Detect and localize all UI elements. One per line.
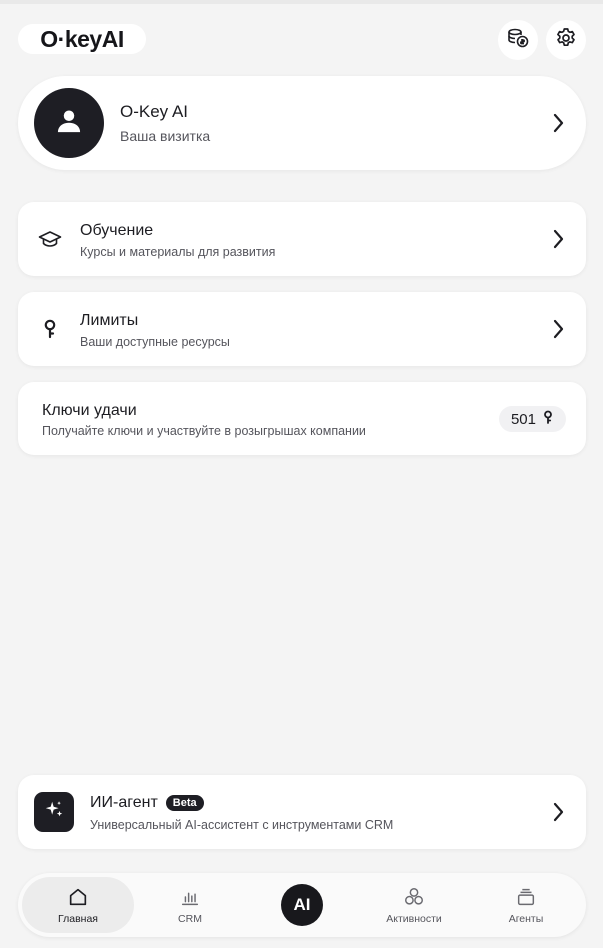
nav-agents-label: Агенты [508, 912, 544, 925]
user-icon [55, 107, 83, 140]
nav-home-label: Главная [58, 912, 98, 925]
chevron-right-icon [550, 318, 566, 340]
bar-chart-icon [179, 886, 201, 908]
coins-icon [506, 26, 530, 55]
agent-icon-tile [34, 792, 74, 832]
limits-description: Ваши доступные ресурсы [80, 335, 230, 349]
avatar [34, 88, 104, 158]
nav-agents[interactable]: Агенты [470, 877, 582, 933]
chevron-right-icon [550, 112, 566, 134]
circles-icon [403, 886, 425, 908]
profile-name: O-Key AI [120, 102, 189, 121]
bottom-nav: Главная CRM AI Активности Агенты [18, 873, 586, 937]
graduation-cap-icon [38, 227, 62, 251]
learning-title: Обучение [80, 222, 154, 239]
top-edge [0, 0, 603, 4]
coins-button[interactable] [498, 20, 538, 60]
nav-crm-label: CRM [178, 912, 202, 925]
keys-count: 501 [510, 410, 536, 428]
limits-row[interactable]: Лимиты Ваши доступные ресурсы [18, 292, 586, 366]
nav-activities-label: Активности [386, 912, 442, 925]
ai-agent-title-line: ИИ-агент Beta [90, 794, 204, 812]
beta-badge: Beta [165, 795, 204, 811]
key-icon [542, 410, 554, 428]
chevron-right-icon [550, 228, 566, 250]
key-icon [38, 317, 62, 341]
luck-keys-row[interactable]: Ключи удачи Получайте ключи и участвуйте… [18, 382, 586, 455]
chevron-right-icon [550, 801, 566, 823]
ai-agent-title: ИИ-агент [90, 794, 158, 811]
learning-row[interactable]: Обучение Курсы и материалы для развития [18, 202, 586, 276]
profile-subtitle: Ваша визитка [120, 128, 211, 144]
learning-description: Курсы и материалы для развития [80, 245, 276, 259]
profile-card[interactable]: O-Key AI Ваша визитка [18, 76, 586, 170]
stack-icon [515, 886, 537, 908]
luck-keys-title: Ключи удачи [42, 402, 137, 419]
home-icon [67, 886, 89, 908]
nav-home[interactable]: Главная [22, 877, 134, 933]
ai-agent-row[interactable]: ИИ-агент Beta Универсальный AI-ассистент… [18, 775, 586, 849]
nav-crm[interactable]: CRM [134, 877, 246, 933]
nav-activities[interactable]: Активности [358, 877, 470, 933]
ai-button[interactable]: AI [281, 884, 323, 926]
limits-title: Лимиты [80, 312, 139, 329]
gear-icon [554, 26, 578, 55]
luck-keys-description: Получайте ключи и участвуйте в розыгрыша… [42, 424, 366, 438]
ai-agent-description: Универсальный AI-ассистент с инструмента… [90, 818, 394, 832]
keys-count-badge: 501 [498, 406, 566, 432]
sparkles-icon [43, 799, 65, 826]
app-logo[interactable]: O·keyAI [18, 24, 146, 54]
settings-button[interactable] [546, 20, 586, 60]
